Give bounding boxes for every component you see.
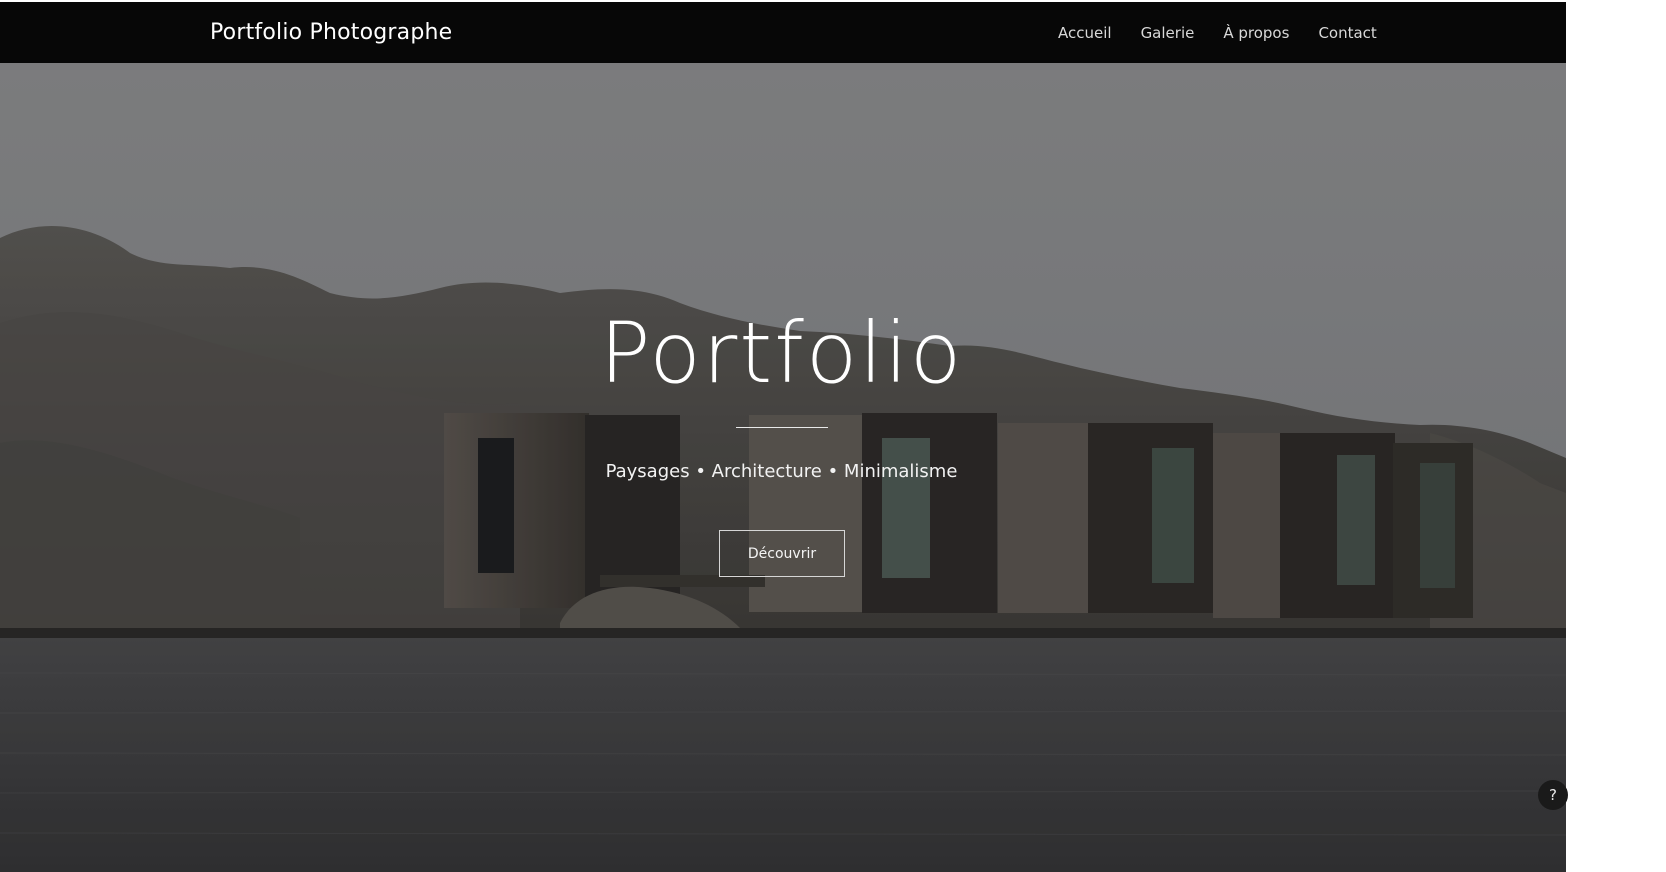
page: Portfolio Photographe Accueil Galerie À …	[0, 0, 1666, 872]
hero-content: Portfolio Paysages • Architecture • Mini…	[0, 63, 1563, 872]
top-navbar: Portfolio Photographe Accueil Galerie À …	[0, 2, 1666, 63]
nav-link-contact[interactable]: Contact	[1318, 24, 1376, 42]
nav-links: Accueil Galerie À propos Contact	[1058, 24, 1377, 42]
nav-link-galerie[interactable]: Galerie	[1141, 24, 1195, 42]
discover-button[interactable]: Découvrir	[719, 530, 845, 577]
site-brand[interactable]: Portfolio Photographe	[210, 20, 452, 45]
hero-subtitle: Paysages • Architecture • Minimalisme	[605, 461, 958, 482]
right-gutter	[1566, 0, 1666, 872]
help-button[interactable]: ?	[1538, 780, 1568, 810]
hero-section: Portfolio Paysages • Architecture • Mini…	[0, 63, 1666, 872]
nav-link-accueil[interactable]: Accueil	[1058, 24, 1112, 42]
hero-divider	[736, 427, 828, 428]
hero-title: Portfolio	[599, 304, 964, 402]
nav-link-a-propos[interactable]: À propos	[1223, 24, 1289, 42]
question-mark-icon: ?	[1549, 786, 1557, 804]
